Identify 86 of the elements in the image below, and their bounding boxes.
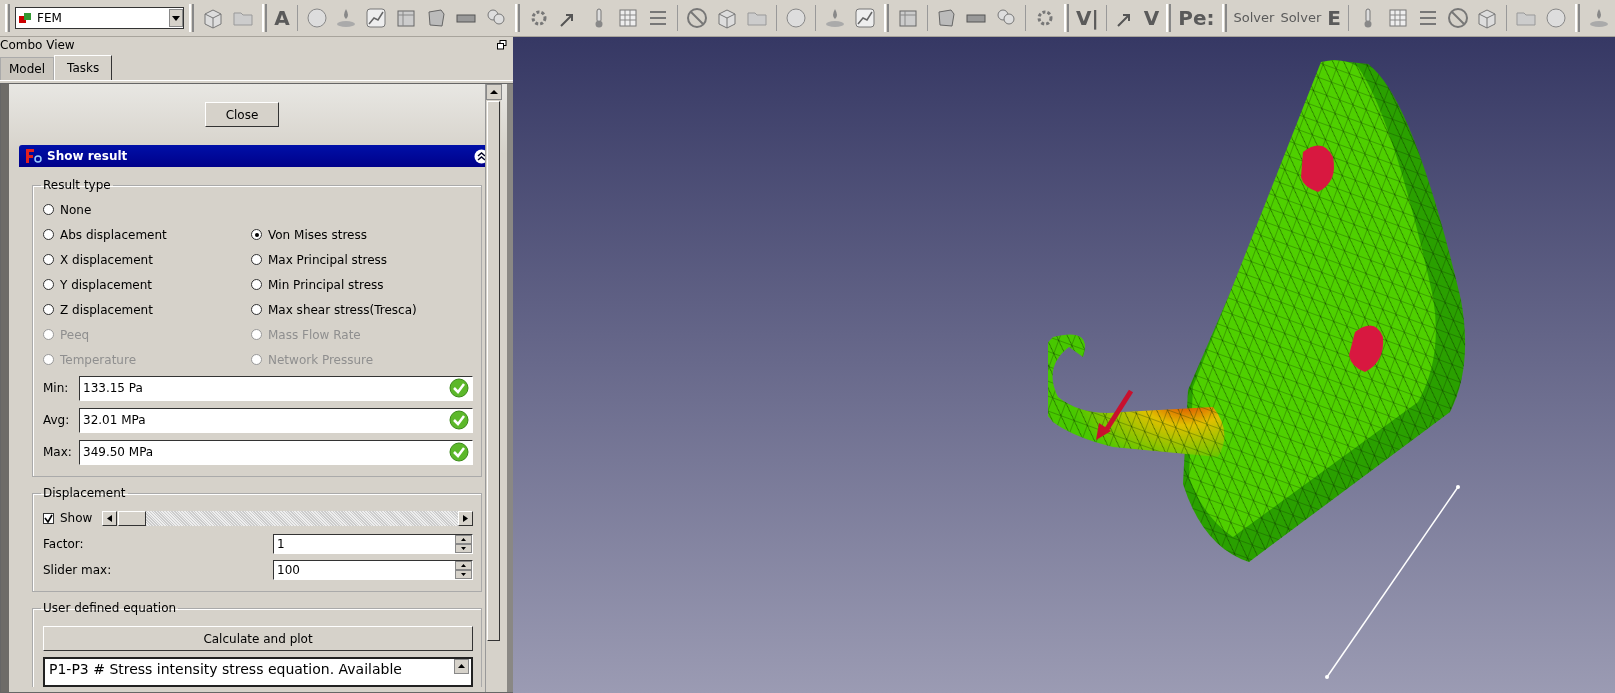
radio-label: None — [60, 201, 92, 219]
close-button[interactable]: Close — [205, 102, 279, 127]
radio-button[interactable] — [43, 229, 54, 240]
spin-box[interactable]: 100 — [273, 560, 473, 580]
value-field[interactable]: 133.15 Pa — [79, 375, 473, 401]
field-label: Slider max: — [43, 562, 112, 579]
toolbar-handle[interactable] — [883, 4, 889, 32]
equation-field[interactable]: P1-P3 # Stress intensity stress equation. Available — [43, 657, 473, 687]
fem-logo-icon — [25, 148, 43, 164]
radio-button[interactable] — [251, 304, 262, 315]
toolbar-handle[interactable] — [189, 4, 195, 32]
sphere-icon[interactable] — [304, 6, 329, 30]
checkbox[interactable] — [43, 512, 54, 524]
no-entry-icon[interactable] — [685, 6, 710, 30]
checkmark-icon — [449, 410, 469, 430]
radio-button[interactable] — [251, 229, 262, 240]
radio-button[interactable] — [251, 279, 262, 290]
curve-icon[interactable] — [364, 6, 389, 30]
calculate-button[interactable]: Calculate and plot — [43, 626, 473, 651]
checkmark-icon — [449, 378, 469, 398]
toolbar-handle[interactable] — [514, 4, 520, 32]
toolbar-button[interactable]: Pe: — [1176, 4, 1217, 32]
checkbox-label: Show — [60, 510, 93, 527]
group-title: User defined equation — [42, 602, 178, 614]
radio-label: Mass Flow Rate — [268, 326, 361, 344]
field-label: Max: — [43, 444, 73, 461]
toolbar-handle[interactable] — [5, 4, 10, 32]
radio-label: Z displacement — [60, 301, 153, 319]
3d-viewport[interactable] — [513, 37, 1615, 693]
no-entry-icon[interactable] — [1445, 6, 1470, 30]
right-arrow-icon — [463, 514, 468, 522]
panel-title: Show result — [47, 148, 129, 165]
left-arrow-icon — [107, 514, 113, 522]
toolbar-handle[interactable] — [1575, 4, 1581, 32]
radio-label: Y displacement — [60, 276, 152, 294]
field-label: Avg: — [43, 412, 71, 429]
radio-button[interactable] — [43, 254, 54, 265]
radio-label: Temperature — [60, 351, 136, 369]
field-label: Min: — [43, 380, 70, 397]
radio-button[interactable] — [43, 204, 54, 215]
checkmark-icon — [449, 442, 469, 462]
slider-thumb[interactable] — [118, 510, 147, 526]
tab[interactable]: Model — [0, 57, 55, 80]
toolbar-button[interactable]: V| — [1074, 4, 1101, 32]
radio-label: Max Principal stress — [268, 251, 388, 269]
spin-box[interactable]: 1 — [273, 534, 473, 554]
panel-title: Combo View — [0, 38, 75, 52]
scroll-left-button[interactable] — [102, 510, 118, 526]
radio-label: Peeq — [60, 326, 90, 344]
scrollbar[interactable] — [485, 84, 501, 692]
radio-button[interactable] — [43, 304, 54, 315]
radio-label: X displacement — [60, 251, 153, 269]
value-field[interactable]: 32.01 MPa — [79, 407, 473, 433]
radio-label: Min Principal stress — [268, 276, 384, 294]
radio-label: Abs displacement — [60, 226, 167, 244]
toolbar-handle[interactable] — [1221, 4, 1227, 32]
workbench-dropdown[interactable]: FEM — [15, 7, 185, 29]
tab[interactable]: Tasks — [54, 55, 113, 80]
radio-button[interactable] — [43, 279, 54, 290]
toolbar-button[interactable]: Solver — [1278, 4, 1324, 32]
toolbar-button[interactable]: V — [1141, 4, 1162, 32]
radio-button[interactable] — [251, 254, 262, 265]
toolbar-handle[interactable] — [1166, 4, 1172, 32]
field-label: Factor: — [43, 536, 84, 553]
sphere-icon[interactable] — [783, 6, 808, 30]
radio-label: Von Mises stress — [268, 226, 367, 244]
undock-icon[interactable] — [497, 40, 507, 50]
checkmark-icon — [44, 513, 53, 523]
toolbar-handle[interactable] — [1064, 4, 1070, 32]
spin-arrows-icon — [455, 535, 472, 553]
caret-icon — [172, 15, 181, 21]
group-title: Result type — [42, 179, 112, 191]
curve-icon[interactable] — [852, 6, 877, 30]
radio-label: Network Pressure — [268, 351, 374, 369]
spin-arrows-icon — [455, 561, 472, 579]
group-title: Displacement — [42, 487, 127, 499]
fem-logo-icon — [19, 12, 33, 24]
toolbar-handle[interactable] — [262, 4, 268, 32]
value-field[interactable]: 349.50 MPa — [79, 439, 473, 465]
toolbar-button[interactable]: A — [272, 4, 292, 32]
sphere-icon[interactable] — [1544, 6, 1569, 30]
radio-label: Max shear stress(Tresca) — [268, 301, 417, 319]
toolbar-button[interactable]: Solver — [1231, 4, 1277, 32]
toolbar-button[interactable]: E — [1325, 4, 1343, 32]
scroll-up-icon — [454, 659, 469, 674]
scroll-right-button[interactable] — [458, 510, 473, 526]
